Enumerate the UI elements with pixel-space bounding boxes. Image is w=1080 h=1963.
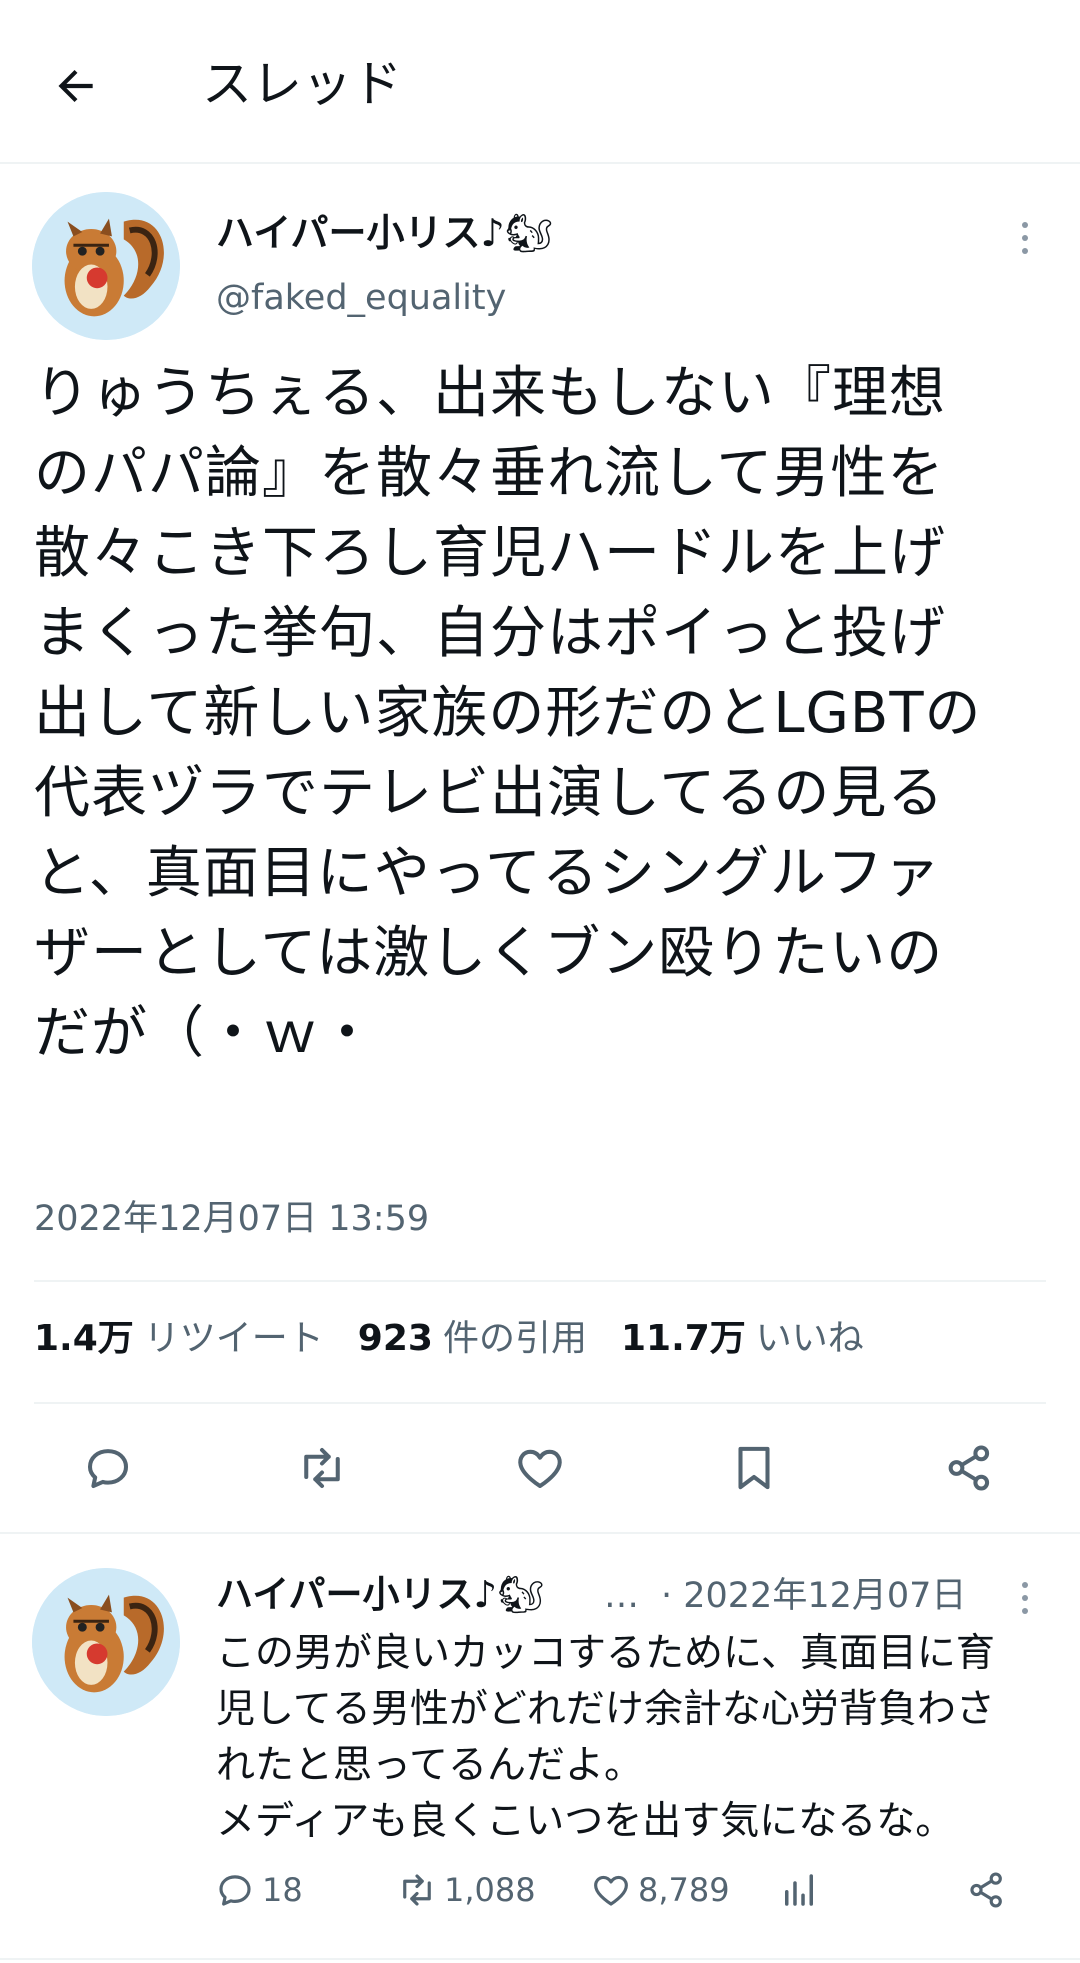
reply-like-button[interactable]: 8,789 <box>590 1860 730 1920</box>
reply-author-name-text: ハイパー小リス♪ <box>216 1573 498 1616</box>
tweet-text: りゅうちぇる、出来もしない『理想 のパパ論』を散々垂れ流して男性を 散々こき下ろ… <box>34 354 1044 1074</box>
reply-text: この男が良いカッコするために、真面目に育 児してる男性がどれだけ余計な心労背負わ… <box>216 1626 1036 1850</box>
reply-text-line: れたと思ってるんだよ。 <box>216 1743 644 1788</box>
more-icon[interactable] <box>1010 208 1040 268</box>
share-icon <box>970 1872 1002 1908</box>
squirrel-emoji: 🐿 <box>504 211 553 255</box>
arrow-left-icon <box>58 69 93 103</box>
replies-count: 18 <box>262 1871 303 1909</box>
back-button[interactable] <box>46 56 106 116</box>
page-title: スレッド <box>202 55 402 113</box>
divider <box>34 1402 1046 1404</box>
share-button[interactable] <box>938 1436 1002 1500</box>
tweet-text-line: 代表ヅラでテレビ出演してるの見る <box>34 761 945 826</box>
retweets-label: リツイート <box>143 1318 324 1359</box>
reply-text-line: メディアも良くこいつを出す気になるな。 <box>216 1799 955 1844</box>
divider <box>0 1958 1080 1960</box>
retweets-value: 1.4万 <box>34 1318 134 1359</box>
tweet-text-line: 散々こき下ろし育児ハードルを上げ <box>34 521 946 586</box>
bookmark-icon <box>738 1446 770 1490</box>
likes-count: 8,789 <box>638 1871 730 1909</box>
squirrel-avatar-icon <box>32 192 180 340</box>
retweets-count: 1,088 <box>444 1871 536 1909</box>
quotes-stat[interactable]: 923 件の引用 <box>358 1318 621 1359</box>
tweet-text-line: 出して新しい家族の形だのとLGBTの <box>34 681 982 746</box>
reply-share-button[interactable] <box>966 1860 1014 1920</box>
top-bar: スレッド <box>0 0 1080 164</box>
likes-stat[interactable]: 11.7万 いいね <box>621 1318 898 1359</box>
engagement-stats: 1.4万 リツイート 923 件の引用 11.7万 いいね <box>34 1316 898 1362</box>
reply-analytics-button[interactable] <box>778 1860 826 1920</box>
reply-retweet-button[interactable]: 1,088 <box>396 1860 536 1920</box>
author-name[interactable]: ハイパー小リス♪🐿 <box>216 210 553 256</box>
like-button[interactable] <box>508 1436 572 1500</box>
retweets-stat[interactable]: 1.4万 リツイート <box>34 1318 358 1359</box>
reply-text-line: 児してる男性がどれだけ余計な心労背負わさ <box>216 1687 995 1732</box>
section-separator <box>0 1532 1080 1534</box>
tweet-timestamp[interactable]: 2022年12月07日 13:59 <box>34 1196 429 1242</box>
tweet-text-line: のパパ論』を散々垂れ流して男性を <box>34 441 945 506</box>
reply-text-line: この男が良いカッコするために、真面目に育 <box>216 1631 995 1676</box>
retweet-button[interactable] <box>290 1436 354 1500</box>
divider <box>34 1280 1046 1282</box>
tweet-text-line: と、真面目にやってるシングルファ <box>34 841 941 906</box>
squirrel-emoji: 🐿 <box>497 1573 545 1616</box>
tweet-text-line: りゅうちぇる、出来もしない『理想 <box>34 361 946 426</box>
reply-icon <box>87 1449 129 1489</box>
reply-date[interactable]: · 2022年12月07日 <box>661 1573 966 1619</box>
retweet-icon <box>304 1447 340 1489</box>
likes-value: 11.7万 <box>620 1318 746 1359</box>
tweet-text-line: まくった挙句、自分はポイっと投げ <box>34 601 946 666</box>
squirrel-avatar-icon <box>32 1568 180 1716</box>
avatar[interactable] <box>32 192 180 340</box>
retweet-icon <box>403 1874 431 1906</box>
tweet-text-line: だが（・ｗ・ <box>34 1001 376 1066</box>
share-icon <box>948 1445 990 1491</box>
reply-button[interactable] <box>76 1436 140 1500</box>
reply-ellipsis: … <box>604 1576 639 1616</box>
avatar[interactable] <box>32 1568 180 1716</box>
reply-icon <box>219 1875 251 1906</box>
reply-reply-button[interactable]: 18 <box>214 1860 303 1920</box>
quotes-label: 件の引用 <box>442 1318 587 1359</box>
analytics-icon <box>785 1874 813 1906</box>
bookmark-button[interactable] <box>722 1436 786 1500</box>
reply-author-name[interactable]: ハイパー小リス♪🐿 <box>216 1572 544 1618</box>
quotes-value: 923 <box>357 1318 433 1359</box>
likes-label: いいね <box>755 1318 864 1359</box>
like-icon <box>518 1449 562 1489</box>
more-icon[interactable] <box>1010 1568 1040 1628</box>
author-name-text: ハイパー小リス♪ <box>216 211 505 255</box>
author-handle[interactable]: @faked_equality <box>216 276 506 320</box>
tweet-text-line: ザーとしては激しくブン殴りたいの <box>34 921 944 986</box>
like-icon <box>594 1875 628 1906</box>
